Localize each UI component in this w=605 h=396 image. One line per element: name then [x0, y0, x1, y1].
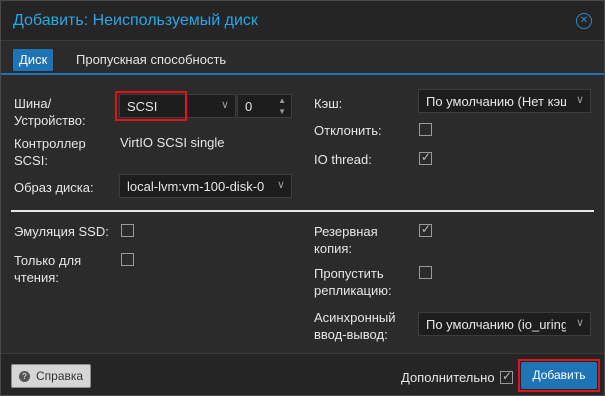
- backup-checkbox[interactable]: ✓: [419, 222, 432, 237]
- disk-image-value: local-lvm:vm-100-disk-0: [127, 179, 265, 194]
- chevron-down-icon: ∨: [575, 94, 584, 106]
- tab-underline: [1, 73, 604, 75]
- ssd-emulation-label: Эмуляция SSD:: [14, 224, 109, 239]
- controller-label: Контроллер SCSI:: [14, 136, 86, 168]
- bus-select-highlight: [115, 91, 187, 121]
- async-io-label: Асинхронный ввод-вывод:: [314, 310, 396, 342]
- chevron-down-icon: ∨: [220, 99, 229, 111]
- ssd-emulation-checkbox[interactable]: [121, 224, 134, 237]
- dialog-titlebar: Добавить: Неиспользуемый диск ✕: [1, 1, 604, 41]
- discard-label: Отклонить:: [314, 123, 382, 138]
- disk-image-label: Образ диска:: [14, 180, 94, 195]
- skip-replication-label: Пропустить репликацию:: [314, 266, 392, 298]
- cache-value: По умолчанию (Нет кэша): [426, 94, 566, 109]
- tab-bandwidth[interactable]: Пропускная способность: [70, 49, 232, 71]
- check-icon: ✓: [421, 150, 432, 164]
- cache-label: Кэш:: [314, 96, 343, 111]
- help-button-label: Справка: [36, 369, 84, 383]
- async-io-select[interactable]: По умолчанию (io_uring) ∨: [418, 312, 591, 336]
- async-io-value: По умолчанию (io_uring): [426, 317, 566, 332]
- chevron-down-icon: ∨: [276, 179, 285, 191]
- controller-value: VirtIO SCSI single: [120, 135, 225, 150]
- check-icon: ✓: [421, 222, 432, 236]
- add-button-highlight: [518, 359, 600, 392]
- readonly-checkbox[interactable]: [121, 253, 134, 266]
- advanced-toggle-label: Дополнительно: [401, 370, 495, 385]
- iothread-checkbox[interactable]: ✓: [419, 150, 432, 165]
- device-number-value: 0: [245, 99, 253, 114]
- check-icon: ✓: [502, 369, 513, 383]
- bus-device-label: Шина/ Устройство:: [14, 96, 86, 128]
- chevron-down-icon: ∨: [575, 317, 584, 329]
- device-number-spinner[interactable]: 0 ▲ ▼: [237, 94, 292, 118]
- advanced-checkbox[interactable]: ✓: [500, 369, 513, 384]
- iothread-label: IO thread:: [314, 152, 372, 167]
- dialog-footer: [1, 353, 604, 395]
- spinner-arrows-icon[interactable]: ▲ ▼: [278, 95, 286, 117]
- section-divider: [11, 210, 594, 212]
- close-icon[interactable]: ✕: [576, 13, 592, 29]
- skip-replication-checkbox[interactable]: [419, 266, 432, 279]
- help-button[interactable]: ? Справка: [11, 364, 91, 388]
- tab-disk[interactable]: Диск: [13, 49, 54, 71]
- question-icon: ?: [19, 371, 30, 382]
- add-disk-dialog: Добавить: Неиспользуемый диск ✕ Диск Про…: [0, 0, 605, 396]
- discard-checkbox[interactable]: [419, 123, 432, 136]
- backup-label: Резервная копия:: [314, 224, 378, 256]
- disk-image-select[interactable]: local-lvm:vm-100-disk-0 ∨: [119, 174, 292, 198]
- readonly-label: Только для чтения:: [14, 253, 82, 285]
- dialog-title: Добавить: Неиспользуемый диск: [13, 12, 258, 29]
- cache-select[interactable]: По умолчанию (Нет кэша) ∨: [418, 89, 591, 113]
